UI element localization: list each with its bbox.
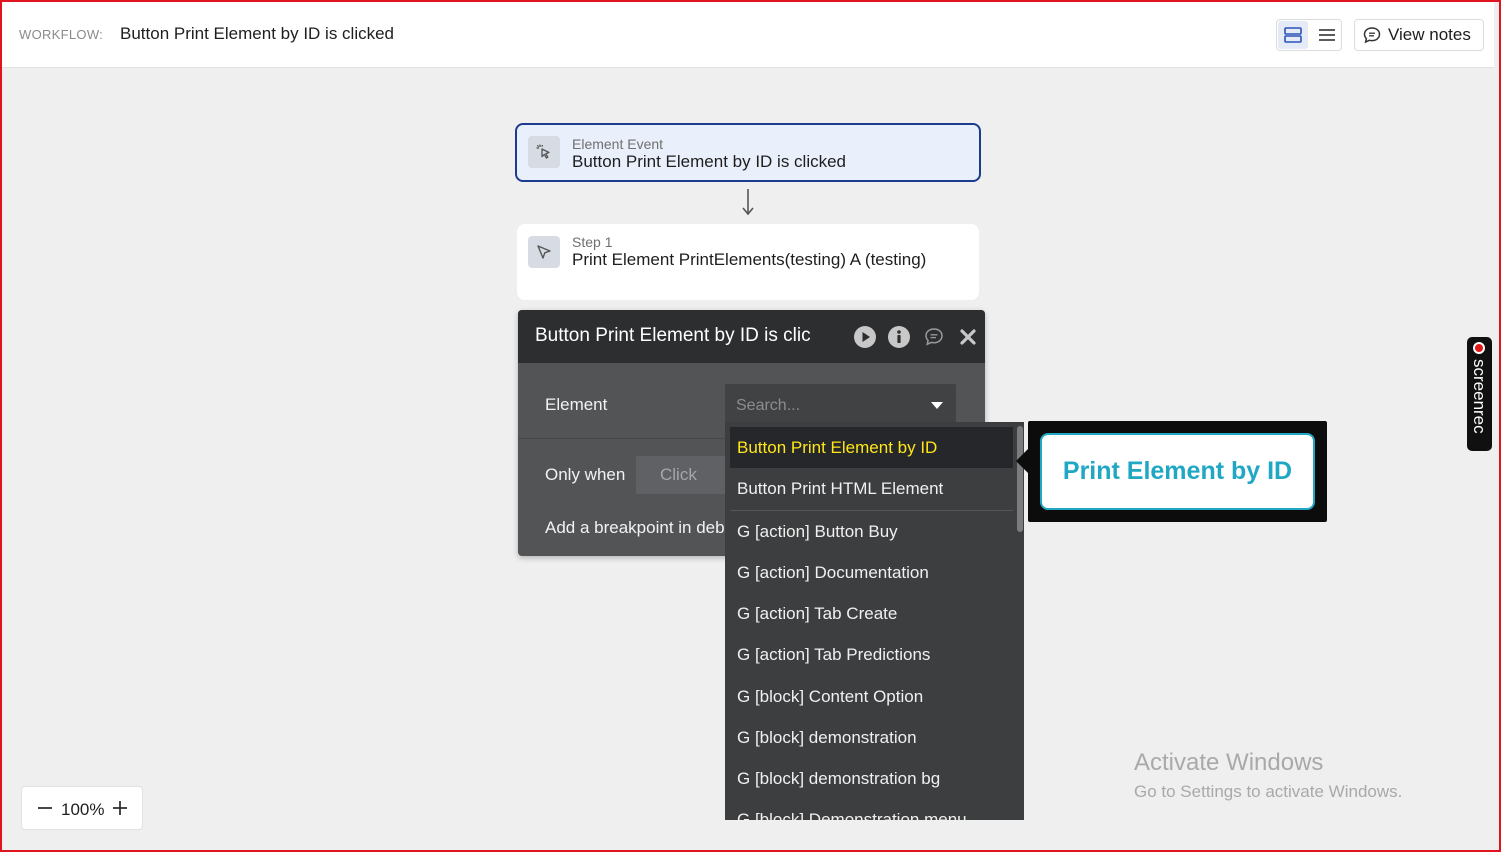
dropdown-scrollbar[interactable] xyxy=(1017,426,1023,532)
dropdown-item-selected[interactable]: Button Print Element by ID xyxy=(730,427,1013,468)
step-card-subtitle: Step 1 xyxy=(572,234,613,250)
dropdown-item[interactable]: G [action] Documentation xyxy=(730,552,1013,593)
event-icon-box xyxy=(528,136,560,168)
zoom-out-button[interactable] xyxy=(36,797,54,819)
stack-view-button[interactable] xyxy=(1278,21,1308,49)
stack-view-icon xyxy=(1284,27,1302,43)
element-search-dropdown[interactable]: Search... xyxy=(725,384,956,426)
only-when-placeholder: Click xyxy=(660,465,697,484)
zoom-control: 100% xyxy=(21,786,143,830)
zoom-level: 100% xyxy=(61,800,105,819)
list-view-icon xyxy=(1319,29,1335,41)
dropdown-item[interactable]: G [action] Tab Predictions xyxy=(730,634,1013,675)
screenrec-label: screenrec xyxy=(1470,359,1489,434)
panel-header: Button Print Element by ID is clic xyxy=(518,310,985,363)
comment-button[interactable] xyxy=(922,325,946,349)
element-dropdown-list: Button Print Element by ID Button Print … xyxy=(725,422,1024,820)
only-when-input[interactable]: Click xyxy=(636,456,726,494)
dropdown-item[interactable]: G [action] Tab Create xyxy=(730,593,1013,634)
step-card[interactable]: Step 1 Print Element PrintElements(testi… xyxy=(517,224,979,300)
only-when-label: Only when xyxy=(545,465,626,484)
event-card[interactable]: Element Event Button Print Element by ID… xyxy=(515,123,981,182)
preview-pointer xyxy=(1016,449,1028,473)
dropdown-item[interactable]: G [block] Demonstration menu xyxy=(730,799,1013,820)
caret-down-icon xyxy=(931,402,943,409)
info-icon xyxy=(888,326,910,348)
preview-print-button: Print Element by ID xyxy=(1040,433,1315,510)
comment-icon xyxy=(925,328,943,346)
activate-windows-watermark: Activate Windows Go to Settings to activ… xyxy=(1134,749,1402,802)
zoom-in-button[interactable] xyxy=(111,797,129,819)
element-preview-tooltip: Print Element by ID xyxy=(1028,421,1327,522)
dropdown-item[interactable]: G [block] Content Option xyxy=(730,676,1013,717)
list-view-button[interactable] xyxy=(1312,21,1342,49)
click-cursor-icon xyxy=(536,144,550,159)
workflow-label: WORKFLOW: xyxy=(19,27,104,42)
close-icon xyxy=(960,329,976,345)
event-card-title: Button Print Element by ID is clicked xyxy=(572,152,847,171)
down-arrow-icon xyxy=(742,189,754,216)
play-icon xyxy=(854,326,876,348)
workflow-title: Button Print Element by ID is clicked xyxy=(120,24,395,43)
breakpoint-label: Add a breakpoint in deb xyxy=(545,518,725,537)
info-button[interactable] xyxy=(887,325,911,349)
step-icon-box xyxy=(528,236,560,268)
element-label: Element xyxy=(545,395,608,414)
step-card-title: Print Element PrintElements(testing) A (… xyxy=(572,250,927,269)
activate-windows-subtitle: Go to Settings to activate Windows. xyxy=(1134,782,1403,801)
view-mode-toggle xyxy=(1276,19,1342,51)
dropdown-item[interactable]: Button Print HTML Element xyxy=(730,468,1013,509)
panel-title: Button Print Element by ID is clic xyxy=(535,325,811,346)
dropdown-item[interactable]: G [block] demonstration xyxy=(730,717,1013,758)
screenrec-widget[interactable]: screenrec xyxy=(1467,337,1492,451)
pointer-arrow-icon xyxy=(537,245,551,259)
workflow-header: WORKFLOW: Button Print Element by ID is … xyxy=(2,2,1494,68)
view-notes-button[interactable]: View notes xyxy=(1354,19,1484,51)
event-card-subtitle: Element Event xyxy=(572,136,664,152)
record-dot-icon xyxy=(1473,342,1485,354)
play-button[interactable] xyxy=(853,325,877,349)
view-notes-label: View notes xyxy=(1388,25,1471,44)
activate-windows-title: Activate Windows xyxy=(1134,749,1324,776)
chat-bubble-icon xyxy=(1363,27,1381,44)
close-panel-button[interactable] xyxy=(956,325,980,349)
dropdown-item[interactable]: G [action] Button Buy xyxy=(730,511,1013,552)
element-search-placeholder: Search... xyxy=(736,397,801,414)
dropdown-item[interactable]: G [block] demonstration bg xyxy=(730,758,1013,799)
